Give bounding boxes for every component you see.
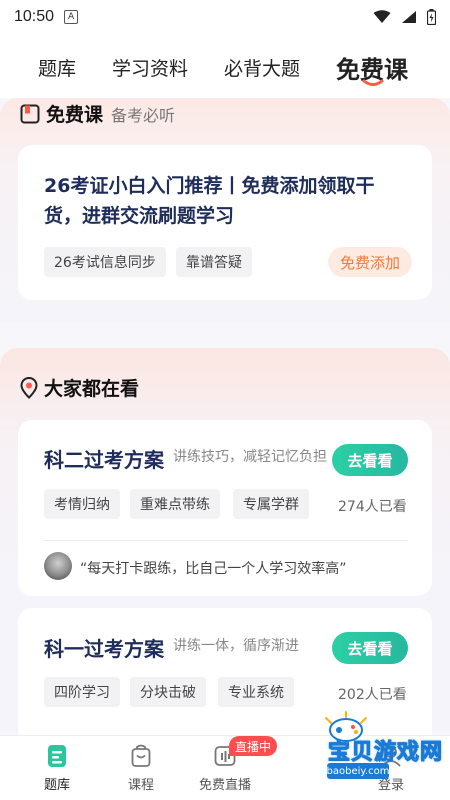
nav-label: 课程 xyxy=(127,778,154,793)
tag-reliable-qa: 靠谱答疑 xyxy=(176,247,252,277)
course-tag: 专属学群 xyxy=(233,489,309,519)
watermark-url: baobeiy.com xyxy=(327,763,389,779)
battery-icon xyxy=(427,9,436,25)
wifi-icon xyxy=(373,10,391,23)
top-tab-bar: 题库 学习资料 必背大题 免费课 xyxy=(0,34,450,98)
location-pin-icon xyxy=(20,376,38,399)
free-course-title: 免费课 xyxy=(46,104,104,126)
divider xyxy=(44,540,408,541)
course-tag: 专业系统 xyxy=(218,677,294,707)
viewer-count: 202人已看 xyxy=(338,687,407,703)
free-course-header: 免费课 备考必听 xyxy=(20,100,175,127)
course-tag: 四阶学习 xyxy=(44,677,120,707)
testimonial-quote: “每天打卡跟练，比自己一个人学习效率高” xyxy=(80,561,347,577)
course-desc: 讲练技巧，减轻记忆负担 xyxy=(173,449,327,465)
book-icon xyxy=(20,104,40,123)
course-bag-icon xyxy=(131,744,151,767)
popular-header: 大家都在看 xyxy=(20,374,139,401)
watermark-text: 宝贝游戏网 xyxy=(327,740,444,766)
live-badge: 直播中 xyxy=(229,736,278,756)
tab-study-materials[interactable]: 学习资料 xyxy=(112,54,188,81)
go-watch-button[interactable]: 去看看 xyxy=(332,444,408,476)
free-course-subtitle: 备考必听 xyxy=(111,105,176,125)
viewer-count: 274人已看 xyxy=(338,499,407,515)
tab-question-bank[interactable]: 题库 xyxy=(38,54,76,81)
nav-item-question-bank[interactable]: 题库 xyxy=(12,736,102,800)
free-course-card[interactable]: 26考证小白入门推荐丨免费添加领取干货，进群交流刷题学习 26考试信息同步 靠谱… xyxy=(18,145,432,300)
course-card-ke2[interactable]: 科二过考方案 讲练技巧，减轻记忆负担 去看看 考情归纳 重难点带练 专属学群 2… xyxy=(18,420,432,596)
course-tag: 考情归纳 xyxy=(44,489,120,519)
question-bank-icon xyxy=(48,745,66,767)
avatar xyxy=(44,552,72,580)
nav-item-course[interactable]: 课程 xyxy=(96,736,186,800)
free-course-card-title: 26考证小白入门推荐丨免费添加领取干货，进群交流刷题学习 xyxy=(44,175,375,227)
go-watch-button[interactable]: 去看看 xyxy=(332,632,408,664)
nav-label: 题库 xyxy=(43,778,70,793)
active-tab-indicator xyxy=(362,79,384,86)
free-add-button[interactable]: 免费添加 xyxy=(328,247,413,277)
course-title: 科一过考方案 xyxy=(44,637,164,661)
course-desc: 讲练一体，循序渐进 xyxy=(173,638,299,654)
course-tag: 分块击破 xyxy=(130,677,206,707)
status-bar: 10:50 A xyxy=(0,0,450,34)
course-tag: 重难点带练 xyxy=(130,489,220,519)
notification-icon: A xyxy=(64,10,79,24)
nav-label: 免费直播 xyxy=(198,778,251,793)
popular-title: 大家都在看 xyxy=(44,378,140,400)
tag-exam-info: 26考试信息同步 xyxy=(44,247,166,277)
tab-must-memorize[interactable]: 必背大题 xyxy=(224,54,300,81)
course-title: 科二过考方案 xyxy=(44,448,164,472)
signal-icon xyxy=(402,11,416,23)
status-time: 10:50 xyxy=(14,8,55,25)
